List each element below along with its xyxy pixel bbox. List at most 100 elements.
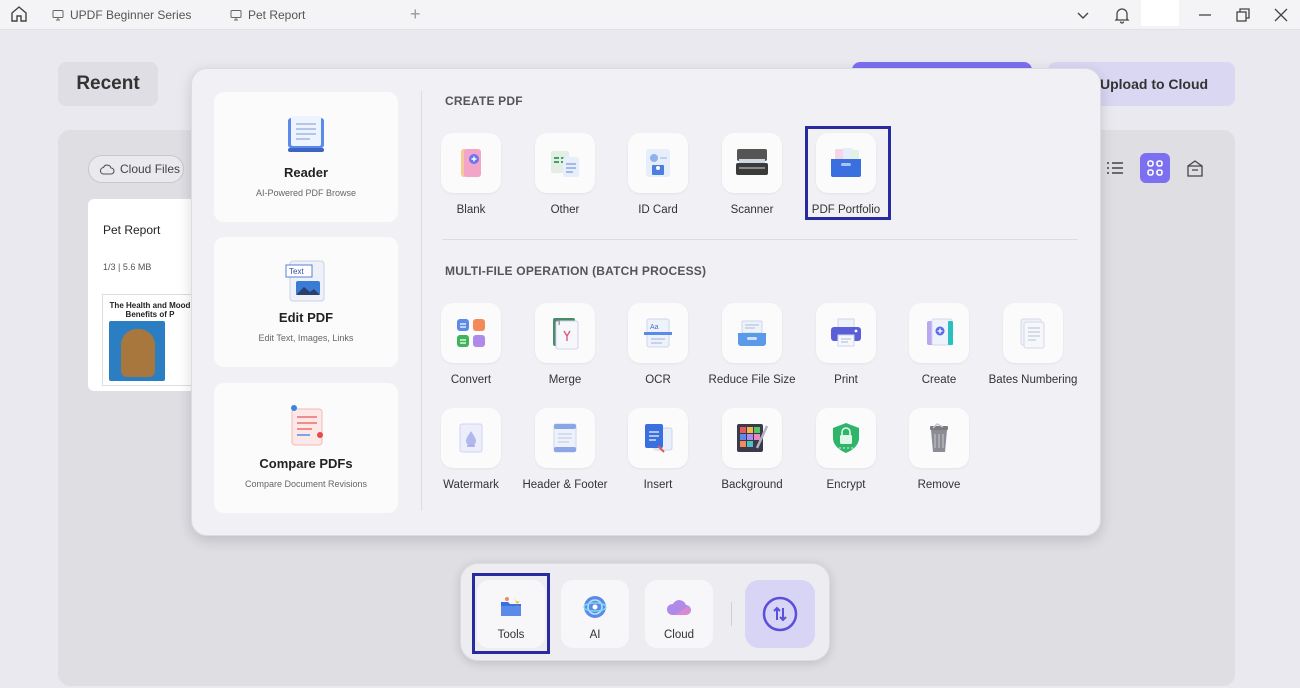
bates-icon [1020,318,1045,349]
tool-label: Encrypt [826,479,866,491]
tools-highlight [472,573,550,654]
cloud-icon [99,164,115,175]
trash-bin-icon[interactable] [1180,153,1210,183]
upload-label: Upload to Cloud [1100,76,1209,92]
tool-blank[interactable]: Blank [425,133,517,216]
minimize-icon[interactable] [1194,4,1216,26]
tool-label: Create [921,374,957,386]
tool-label: ID Card [638,204,678,216]
switch-mode-button[interactable] [745,580,815,648]
tool-print[interactable]: Print [800,303,892,386]
header-footer-icon [553,423,577,453]
tool-merge[interactable]: Merge [519,303,611,386]
tool-other[interactable]: Other [519,133,611,216]
background-icon [737,424,769,452]
view-toggle [1100,153,1210,183]
svg-text:Aa: Aa [650,324,659,331]
tool-ocr[interactable]: Aa OCR [612,303,704,386]
tool-id-card[interactable]: ID Card [612,133,704,216]
vertical-divider [421,91,422,511]
tool-label: Convert [450,374,492,386]
tool-label: Insert [643,479,673,491]
pdf-portfolio-highlight [805,126,891,220]
reader-subtitle: AI-Powered PDF Browse [255,188,357,198]
reader-card[interactable]: Reader AI-Powered PDF Browse [214,92,398,222]
svg-text:Text: Text [289,267,304,276]
create-pdf-heading: CREATE PDF [445,94,523,108]
tool-remove[interactable]: Remove [893,408,985,491]
encrypt-icon [833,423,859,453]
tool-label: Background [721,479,783,491]
home-icon[interactable] [8,3,30,25]
tool-label: Header & Footer [522,479,608,491]
tool-label: Other [550,204,580,216]
tab-updf-beginner-series[interactable]: UPDF Beginner Series [52,0,191,30]
tool-bates-numbering[interactable]: Bates Numbering [987,303,1079,386]
tool-label: Merge [548,374,582,386]
tab-pet-report[interactable]: Pet Report [230,0,305,30]
tool-label: Blank [456,204,486,216]
dock-cloud-button[interactable]: Cloud [645,580,713,648]
tools-popup: Reader AI-Powered PDF Browse Text Edit P… [191,68,1101,536]
close-icon[interactable] [1270,4,1292,26]
convert-icon [457,319,485,347]
tool-header-footer[interactable]: Header & Footer [519,408,611,491]
title-bar: UPDF Beginner Series Pet Report + [0,0,1300,30]
other-format-icon [551,151,579,177]
cloud-icon [666,600,691,615]
compare-pdfs-card[interactable]: Compare PDFs Compare Document Revisions [214,383,398,513]
tool-encrypt[interactable]: Encrypt [800,408,892,491]
compare-icon [291,405,323,446]
tool-label: Reduce File Size [708,374,796,386]
file-card-pet-report[interactable]: Pet Report 1/3 | 5.6 MB The Health and M… [88,199,198,391]
insert-icon [645,424,673,453]
tool-insert[interactable]: Insert [612,408,704,491]
edit-pdf-subtitle: Edit Text, Images, Links [258,333,354,343]
reduce-size-icon [738,320,766,346]
list-view-icon[interactable] [1100,153,1130,183]
file-name: Pet Report [103,223,161,237]
create-icon [927,318,953,346]
compare-pdfs-title: Compare PDFs [259,456,353,471]
tool-background[interactable]: Background [706,408,798,491]
print-icon [831,318,861,347]
bell-icon[interactable] [1111,4,1133,26]
edit-pdf-title: Edit PDF [278,310,334,325]
add-tab-button[interactable]: + [410,4,421,25]
tool-label: Remove [917,479,961,491]
edit-text-icon: Text [285,260,325,302]
tool-label: Bates Numbering [988,374,1078,386]
document-tab-icon [52,10,64,21]
scanner-icon [736,149,768,175]
tool-label: OCR [645,374,671,386]
tool-convert[interactable]: Convert [425,303,517,386]
batch-process-heading: MULTI-FILE OPERATION (BATCH PROCESS) [445,264,707,278]
chevron-down-icon[interactable] [1072,4,1094,26]
file-meta: 1/3 | 5.6 MB [103,262,152,272]
account-area[interactable] [1141,0,1179,26]
dock-ai-button[interactable]: AI [561,580,629,648]
thumbnail-title: The Health and Mood Benefits of P [109,301,191,319]
edit-pdf-card[interactable]: Text Edit PDF Edit Text, Images, Links [214,237,398,367]
merge-icon [553,318,579,350]
reader-title: Reader [283,165,329,180]
restore-icon[interactable] [1232,4,1254,26]
file-thumbnail: The Health and Mood Benefits of P [102,294,198,386]
tool-label: Print [834,374,858,386]
remove-icon [930,423,948,452]
tool-watermark[interactable]: Watermark [425,408,517,491]
tool-reduce-file-size[interactable]: Reduce File Size [706,303,798,386]
tool-scanner[interactable]: Scanner [706,133,798,216]
book-icon [288,116,324,152]
tab-label: Pet Report [248,8,306,22]
dock-divider [731,602,732,626]
tool-label: Watermark [443,479,499,491]
recent-tab[interactable]: Recent [58,62,158,106]
dock-label: AI [589,629,601,641]
tool-label: Scanner [730,204,774,216]
cloud-files-button[interactable]: Cloud Files [88,155,184,183]
cat-image [109,321,165,381]
switch-arrows-icon [762,596,798,632]
tool-create[interactable]: Create [893,303,985,386]
grid-view-icon[interactable] [1140,153,1170,183]
